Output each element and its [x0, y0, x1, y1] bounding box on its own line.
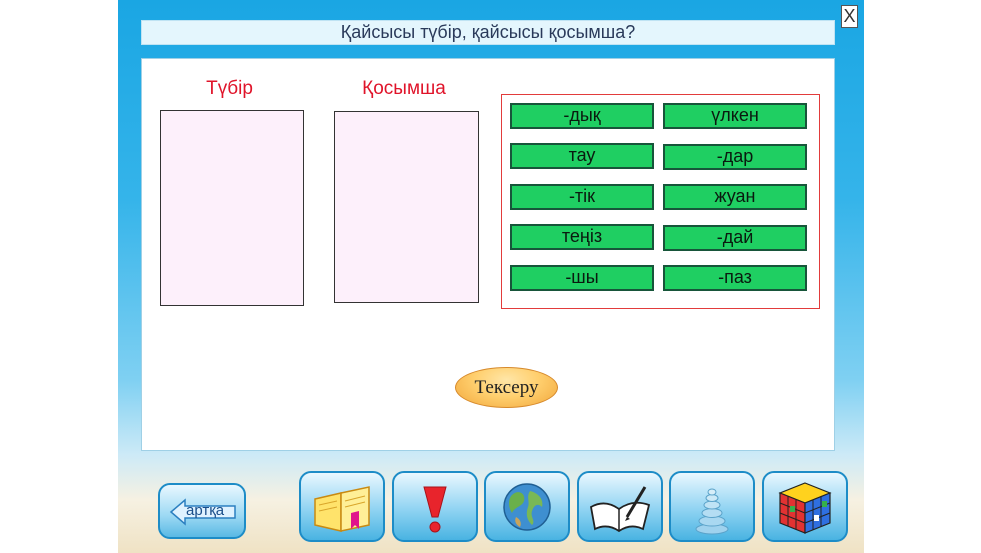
word-bank: -дық үлкен тау -дар -тік жуан теңіз -дай… [501, 94, 820, 309]
back-button-label: артқа [186, 502, 225, 519]
word-chip[interactable]: -паз [663, 265, 807, 291]
word-chip[interactable]: -дар [663, 144, 807, 170]
book-icon [314, 486, 370, 532]
word-chip[interactable]: -тік [510, 184, 654, 210]
globe-button[interactable] [484, 471, 570, 542]
word-chip[interactable]: теңіз [510, 224, 654, 250]
notebook-pen-icon [590, 486, 651, 533]
attention-button[interactable] [392, 471, 478, 542]
back-button[interactable]: артқа [158, 483, 246, 539]
exercise-panel: Түбір Қосымша -дық үлкен тау -дар -тік ж… [141, 58, 835, 451]
game-button[interactable] [762, 471, 848, 542]
word-chip[interactable]: -шы [510, 265, 654, 291]
theory-button[interactable] [299, 471, 385, 542]
root-column-label: Түбір [206, 78, 253, 99]
suffix-column-label: Қосымша [362, 78, 446, 99]
task-button[interactable] [577, 471, 663, 542]
stones-icon [695, 488, 729, 535]
close-icon: X [843, 6, 856, 26]
close-button[interactable]: X [841, 5, 858, 28]
word-chip[interactable]: тау [510, 143, 654, 169]
relax-button[interactable] [669, 471, 755, 542]
word-chip[interactable]: -дай [663, 225, 807, 251]
page-title: Қайсысы түбір, қайсысы қосымша? [141, 20, 835, 45]
word-chip[interactable]: -дық [510, 103, 654, 129]
word-chip[interactable]: үлкен [663, 103, 807, 129]
root-drop-zone[interactable] [160, 110, 304, 306]
suffix-drop-zone[interactable] [334, 111, 479, 303]
check-button[interactable]: Тексеру [455, 367, 558, 408]
word-chip[interactable]: жуан [663, 184, 807, 210]
exclamation-icon [423, 486, 447, 533]
rubik-cube-icon [778, 482, 832, 534]
app-window: X Қайсысы түбір, қайсысы қосымша? Түбір … [118, 0, 864, 553]
globe-icon [503, 483, 551, 531]
